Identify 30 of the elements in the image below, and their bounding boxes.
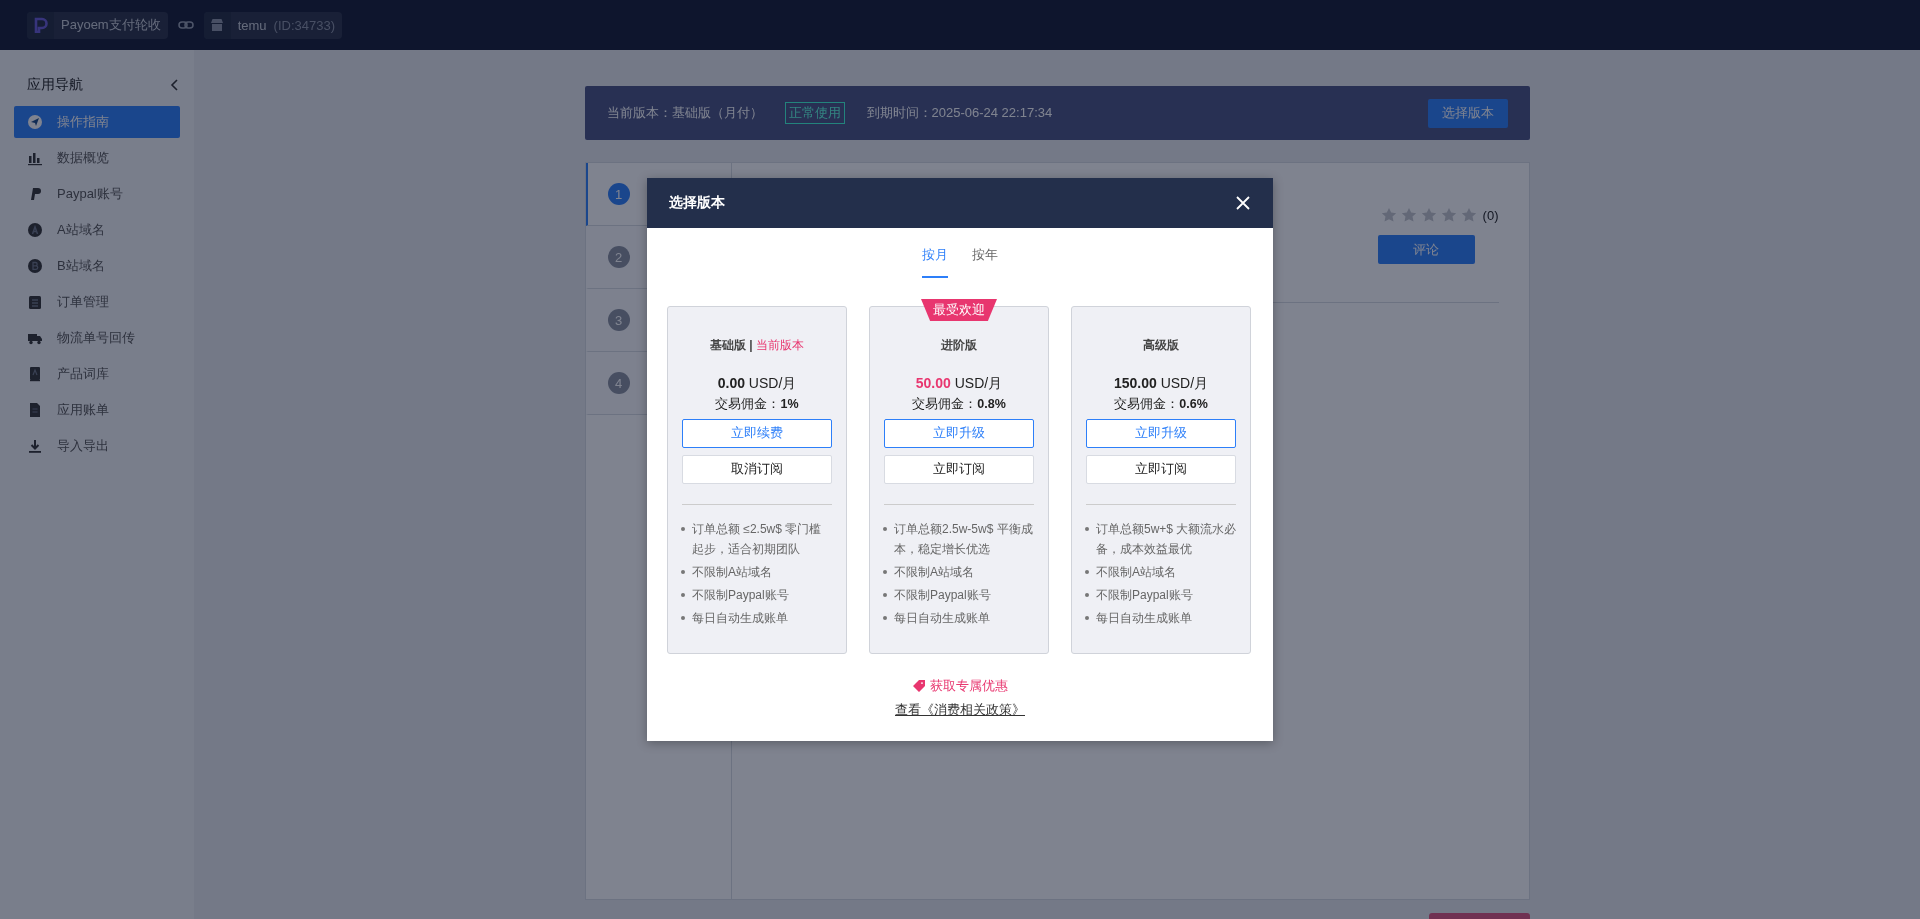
rating-count: (0) bbox=[1482, 207, 1499, 223]
app-name: Payoem支付轮收 bbox=[60, 16, 162, 34]
commission-rate: 交易佣金：0.6% bbox=[1114, 396, 1208, 413]
modal-title: 选择版本 bbox=[669, 194, 725, 212]
feature-item: 每日自动生成账单 bbox=[1096, 610, 1192, 627]
sidebar-title: 应用导航 bbox=[27, 76, 83, 94]
plan-price: 50.00 USD/月 bbox=[915, 375, 1003, 393]
popular-badge: 最受欢迎 bbox=[921, 299, 997, 321]
feature-item: 不限制Paypal账号 bbox=[1096, 587, 1193, 604]
feature-item: 每日自动生成账单 bbox=[894, 610, 990, 627]
feature-item: 不限制Paypal账号 bbox=[692, 587, 789, 604]
feature-item: 不限制A站域名 bbox=[894, 564, 974, 581]
feature-item: 不限制A站域名 bbox=[1096, 564, 1176, 581]
plan-name: 基础版 | 当前版本 bbox=[709, 337, 804, 354]
expiry-time: 到期时间：2025-06-24 22:17:34 bbox=[866, 104, 1054, 122]
store-name: temu bbox=[236, 17, 268, 33]
commission-rate: 交易佣金：1% bbox=[715, 396, 799, 413]
feature-item: 订单总额2.5w-5w$ 平衡成本，稳定增长优选 bbox=[894, 521, 1034, 558]
plan-name: 进阶版 bbox=[941, 337, 977, 354]
status-tag: 正常使用 bbox=[784, 102, 845, 124]
plan-name: 高级版 bbox=[1143, 337, 1179, 354]
feature-item: 不限制A站域名 bbox=[692, 564, 772, 581]
feature-item: 订单总额5w+$ 大额流水必备，成本效益最优 bbox=[1096, 521, 1237, 558]
plan-price: 0.00 USD/月 bbox=[717, 375, 797, 393]
plan-price: 150.00 USD/月 bbox=[1113, 375, 1209, 393]
current-version: 当前版本：基础版（月付） bbox=[606, 104, 763, 122]
commission-rate: 交易佣金：0.8% bbox=[912, 396, 1006, 413]
feature-item: 订单总额 ≤2.5w$ 零门槛起步，适合初期团队 bbox=[692, 521, 823, 558]
feature-item: 每日自动生成账单 bbox=[692, 610, 788, 627]
feature-item: 不限制Paypal账号 bbox=[894, 587, 991, 604]
